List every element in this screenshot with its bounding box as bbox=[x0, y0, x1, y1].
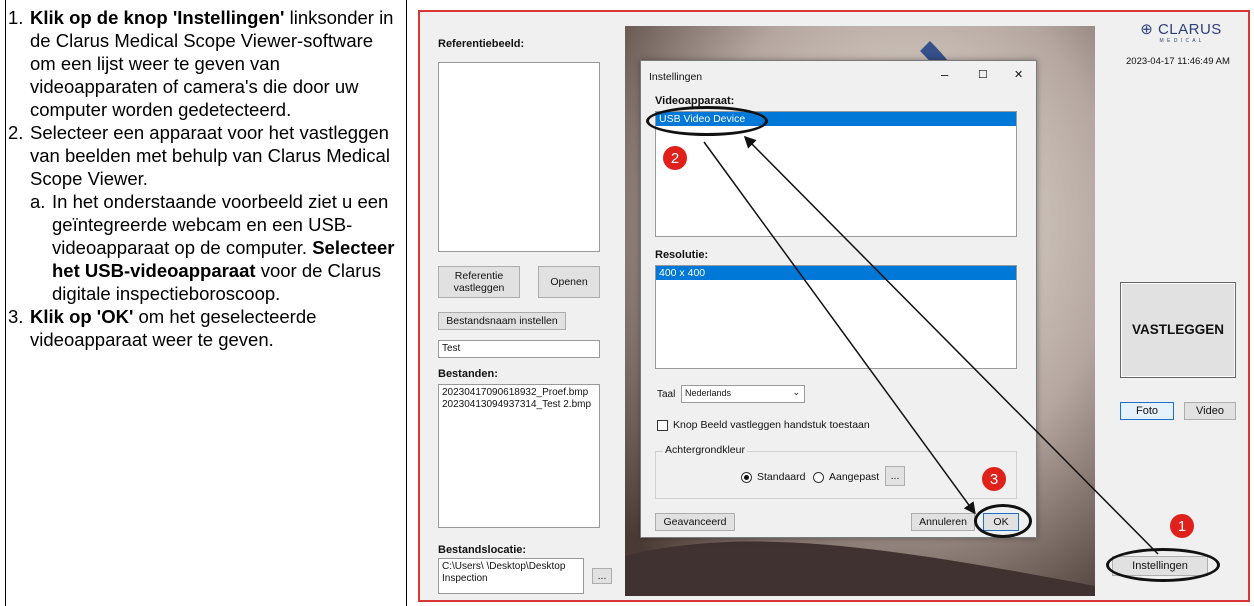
step-3-number: 3. bbox=[8, 306, 24, 327]
step-2a-number: a. bbox=[30, 191, 46, 212]
instruction-step-3: 3. Klik op 'OK' om het geselecteerde vid… bbox=[8, 305, 400, 351]
instructions-list: 1. Klik op de knop 'Instellingen' linkso… bbox=[8, 6, 400, 351]
instruction-step-1: 1. Klik op de knop 'Instellingen' linkso… bbox=[8, 6, 400, 121]
app-window: Referentiebeeld: Referentie vastleggen O… bbox=[418, 10, 1250, 602]
instructions-panel: 1. Klik op de knop 'Instellingen' linkso… bbox=[5, 0, 407, 606]
arrow-settings-to-device bbox=[743, 135, 1159, 555]
step-1-number: 1. bbox=[8, 7, 24, 28]
step-2-number: 2. bbox=[8, 122, 24, 143]
step-2-text: Selecteer een apparaat voor het vastlegg… bbox=[30, 122, 390, 189]
instruction-step-2: 2. Selecteer een apparaat voor het vastl… bbox=[8, 121, 400, 305]
callout-arrows bbox=[703, 135, 1159, 555]
step-3-bold: Klik op 'OK' bbox=[30, 306, 134, 327]
instruction-step-2a: a. In het onderstaande voorbeeld ziet u … bbox=[30, 190, 400, 305]
step-1-bold: Klik op de knop 'Instellingen' bbox=[30, 7, 285, 28]
